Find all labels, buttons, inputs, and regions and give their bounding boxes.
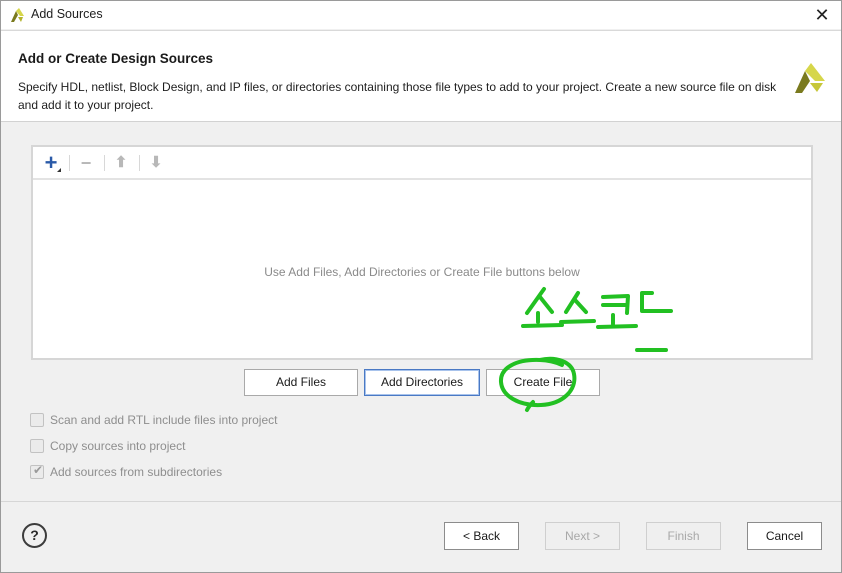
dropdown-corner-icon [57,168,61,172]
add-files-button[interactable]: Add Files [244,369,358,396]
create-file-label: Create File [513,375,573,389]
checkbox-box [30,413,44,427]
toolbar-separator [69,155,70,171]
vivado-logo-icon [795,63,825,93]
create-file-button[interactable]: Create File [486,369,600,396]
checkbox-label: Add sources from subdirectories [50,465,223,479]
toolbar-separator [139,155,140,171]
move-up-icon[interactable]: ⬆ [109,152,133,174]
add-directories-button[interactable]: Add Directories [364,369,480,396]
page-title: Add or Create Design Sources [18,51,214,66]
add-directories-label: Add Directories [380,375,464,389]
checkbox-label: Scan and add RTL include files into proj… [50,413,278,427]
window-title: Add Sources [31,7,103,21]
checkbox-label: Copy sources into project [50,439,186,453]
plus-icon: + [44,150,58,175]
help-icon[interactable]: ? [22,523,47,548]
vivado-logo-icon [11,8,24,22]
add-files-label: Add Files [275,375,327,389]
checkbox-box [30,439,44,453]
wizard-footer: ? < Back Next > Finish Cancel [1,501,841,572]
finish-button[interactable]: Finish [646,522,721,550]
toolbar-separator [104,155,105,171]
content-area: + − ⬆ ⬇ Use Add Files, Add Directories o… [1,123,841,501]
move-down-icon[interactable]: ⬇ [144,152,168,174]
source-file-list[interactable]: + − ⬆ ⬇ Use Add Files, Add Directories o… [31,145,813,360]
remove-icon[interactable]: − [74,152,98,174]
file-list-toolbar: + − ⬆ ⬇ [33,147,811,180]
checkbox-box: ✔ [30,463,44,479]
wizard-header: Add or Create Design Sources Specify HDL… [1,30,841,122]
cancel-button[interactable]: Cancel [747,522,822,550]
close-button[interactable]: ✕ [809,4,835,26]
add-icon[interactable]: + [39,152,63,174]
checkmark-icon: ✔ [33,463,44,477]
next-button[interactable]: Next > [545,522,620,550]
title-bar: Add Sources ✕ [1,1,841,29]
back-button[interactable]: < Back [444,522,519,550]
empty-list-message: Use Add Files, Add Directories or Create… [264,265,580,279]
page-description: Specify HDL, netlist, Block Design, and … [18,80,777,112]
add-sources-dialog: Add Sources ✕ Add or Create Design Sourc… [0,0,842,573]
